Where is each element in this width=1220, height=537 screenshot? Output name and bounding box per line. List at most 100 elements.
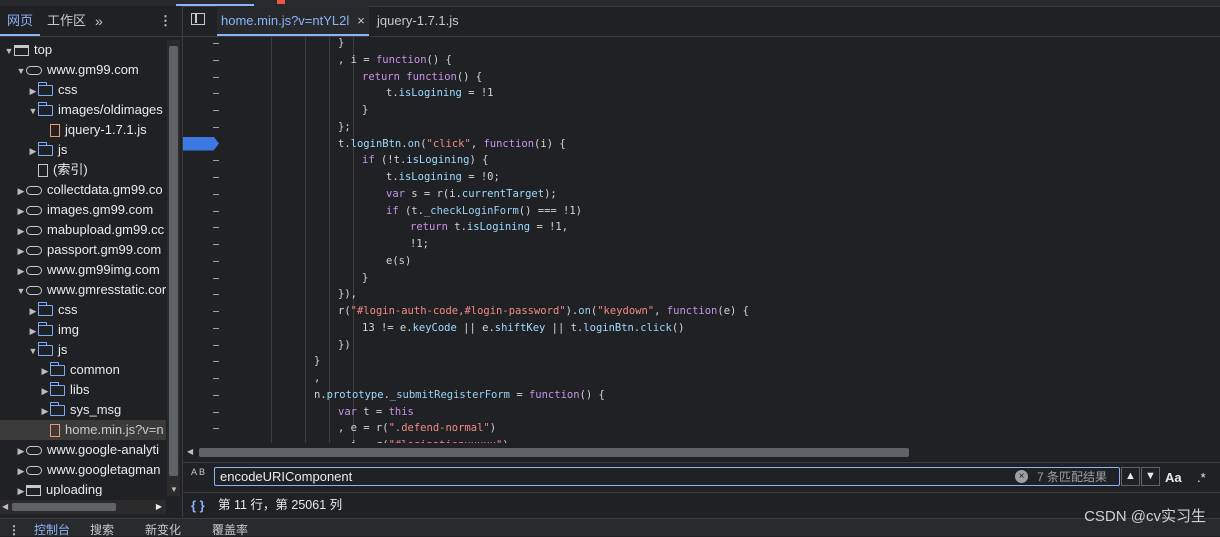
expanded-arrow-icon[interactable]: ▼ <box>16 281 26 301</box>
tree-item[interactable]: ▶ passport.gm99.com <box>0 240 166 260</box>
tree-item[interactable]: ▼ images/oldimages <box>0 100 166 120</box>
tree-horizontal-scrollbar[interactable]: ◀ ▶ <box>0 500 166 514</box>
gutter-line[interactable] <box>183 387 223 404</box>
gutter-line[interactable] <box>183 303 223 320</box>
search-input[interactable]: encodeURIComponent <box>214 467 1120 486</box>
next-match-button[interactable]: ▼ <box>1141 467 1160 486</box>
match-case-button[interactable]: Aa <box>1165 463 1182 492</box>
tree-item[interactable]: ▶ www.gm99img.com <box>0 260 166 280</box>
tree-item[interactable]: ▶ sys_msg <box>0 400 166 420</box>
tree-item[interactable]: home.min.js?v=n <box>0 420 166 440</box>
code-line[interactable]: , <box>314 370 320 387</box>
gutter-line[interactable] <box>183 236 223 253</box>
collapsed-arrow-icon[interactable]: ▶ <box>28 141 38 161</box>
code-line[interactable]: return t.isLogining = !1, <box>410 219 568 236</box>
breakpoint-marker[interactable] <box>183 136 219 151</box>
scroll-left-arrow-icon[interactable]: ◀ <box>187 443 193 461</box>
code-line[interactable]: e(s) <box>386 253 411 270</box>
tab-workspace[interactable]: 工作区 <box>40 6 93 36</box>
more-tabs-icon[interactable]: » <box>95 13 103 29</box>
pretty-print-icon[interactable]: { } <box>191 493 205 518</box>
collapsed-arrow-icon[interactable]: ▶ <box>16 181 26 201</box>
code-line[interactable]: var s = r(i.currentTarget); <box>386 186 557 203</box>
code-line[interactable]: 13 != e.keyCode || e.shiftKey || t.login… <box>362 320 684 337</box>
tree-item[interactable]: ▶ www.google-analyti <box>0 440 166 460</box>
editor-horizontal-scrollbar[interactable]: ◀ <box>183 443 1220 461</box>
expanded-arrow-icon[interactable]: ▼ <box>4 41 14 61</box>
editor-tab-home-min-js[interactable]: home.min.js?v=ntYL2l × <box>217 6 369 36</box>
tree-item[interactable]: ▼ www.gmresstatic.cor <box>0 280 166 300</box>
tree-item[interactable]: ▼ www.gm99.com <box>0 60 166 80</box>
code-line[interactable]: } <box>314 353 320 370</box>
gutter-line[interactable] <box>183 404 223 421</box>
expanded-arrow-icon[interactable]: ▼ <box>28 341 38 361</box>
collapsed-arrow-icon[interactable]: ▶ <box>28 81 38 101</box>
tree-item[interactable]: ▶ uploading <box>0 480 166 496</box>
code-line[interactable]: } <box>338 37 344 52</box>
collapsed-arrow-icon[interactable]: ▶ <box>16 441 26 461</box>
scroll-thumb[interactable] <box>12 503 116 511</box>
gutter-line[interactable] <box>183 85 223 102</box>
gutter-line[interactable] <box>183 370 223 387</box>
gutter-line[interactable] <box>183 320 223 337</box>
gutter-line[interactable] <box>183 69 223 86</box>
code-line[interactable]: , e = r(".defend-normal") <box>338 420 496 437</box>
code-line[interactable]: }) <box>338 337 351 354</box>
code-line[interactable]: t.isLogining = !0; <box>386 169 500 186</box>
previous-match-button[interactable]: ▲ <box>1121 467 1140 486</box>
expanded-arrow-icon[interactable]: ▼ <box>16 61 26 81</box>
close-icon[interactable]: × <box>357 13 365 28</box>
tree-item[interactable]: (索引) <box>0 160 166 180</box>
code-line[interactable]: } <box>362 270 368 287</box>
gutter-line[interactable] <box>183 337 223 354</box>
tree-item[interactable]: ▶ css <box>0 80 166 100</box>
tree-item[interactable]: ▶ collectdata.gm99.co <box>0 180 166 200</box>
code-line[interactable]: t.isLogining = !1 <box>386 85 493 102</box>
gutter-line[interactable] <box>183 52 223 69</box>
regex-button[interactable]: .* <box>1197 463 1206 492</box>
code-line[interactable]: n.prototype._submitRegisterForm = functi… <box>314 387 605 404</box>
tree-item[interactable]: ▼ js <box>0 340 166 360</box>
collapsed-arrow-icon[interactable]: ▶ <box>16 201 26 221</box>
code-editor[interactable]: }, i = function() {return function() {t.… <box>183 37 1220 443</box>
scroll-thumb[interactable] <box>169 46 178 476</box>
collapsed-arrow-icon[interactable]: ▶ <box>16 241 26 261</box>
code-line[interactable]: if (t._checkLoginForm() === !1) <box>386 203 582 220</box>
gutter-line[interactable] <box>183 420 223 437</box>
code-line[interactable]: return function() { <box>362 69 482 86</box>
scroll-left-arrow-icon[interactable]: ◀ <box>2 500 8 514</box>
gutter-line[interactable] <box>183 253 223 270</box>
gutter-line[interactable] <box>183 102 223 119</box>
gutter-line[interactable] <box>183 219 223 236</box>
gutter-line[interactable] <box>183 37 223 52</box>
collapsed-arrow-icon[interactable]: ▶ <box>40 401 50 421</box>
collapsed-arrow-icon[interactable]: ▶ <box>28 321 38 341</box>
tree-item[interactable]: ▶ images.gm99.com <box>0 200 166 220</box>
gutter-line[interactable] <box>183 169 223 186</box>
tree-item[interactable]: jquery-1.7.1.js <box>0 120 166 140</box>
gutter-line[interactable] <box>183 186 223 203</box>
tree-item[interactable]: ▶ libs <box>0 380 166 400</box>
toggle-navigator-icon[interactable] <box>191 13 205 25</box>
code-line[interactable]: var t = this <box>338 404 414 421</box>
gutter-line[interactable] <box>183 286 223 303</box>
code-line[interactable]: if (!t.isLogining) { <box>362 152 488 169</box>
scroll-right-arrow-icon[interactable]: ▶ <box>156 500 162 514</box>
code-line[interactable]: }), <box>338 286 357 303</box>
code-line[interactable]: !1; <box>410 236 429 253</box>
gutter-line[interactable] <box>183 353 223 370</box>
gutter-line[interactable] <box>183 119 223 136</box>
collapsed-arrow-icon[interactable]: ▶ <box>28 301 38 321</box>
tree-item[interactable]: ▶ mabupload.gm99.cc <box>0 220 166 240</box>
collapsed-arrow-icon[interactable]: ▶ <box>16 481 26 496</box>
collapsed-arrow-icon[interactable]: ▶ <box>16 221 26 241</box>
gutter-line[interactable] <box>183 152 223 169</box>
scroll-thumb[interactable] <box>199 448 909 457</box>
expanded-arrow-icon[interactable]: ▼ <box>28 101 38 121</box>
gutter-line[interactable] <box>183 136 223 153</box>
navigator-menu-icon[interactable]: ⋮ <box>159 6 172 36</box>
tree-item[interactable]: ▶ img <box>0 320 166 340</box>
editor-tab-jquery[interactable]: jquery-1.7.1.js <box>377 6 459 36</box>
code-line[interactable]: t.loginBtn.on("click", function(i) { <box>338 136 566 153</box>
tree-item[interactable]: ▶ www.googletagman <box>0 460 166 480</box>
